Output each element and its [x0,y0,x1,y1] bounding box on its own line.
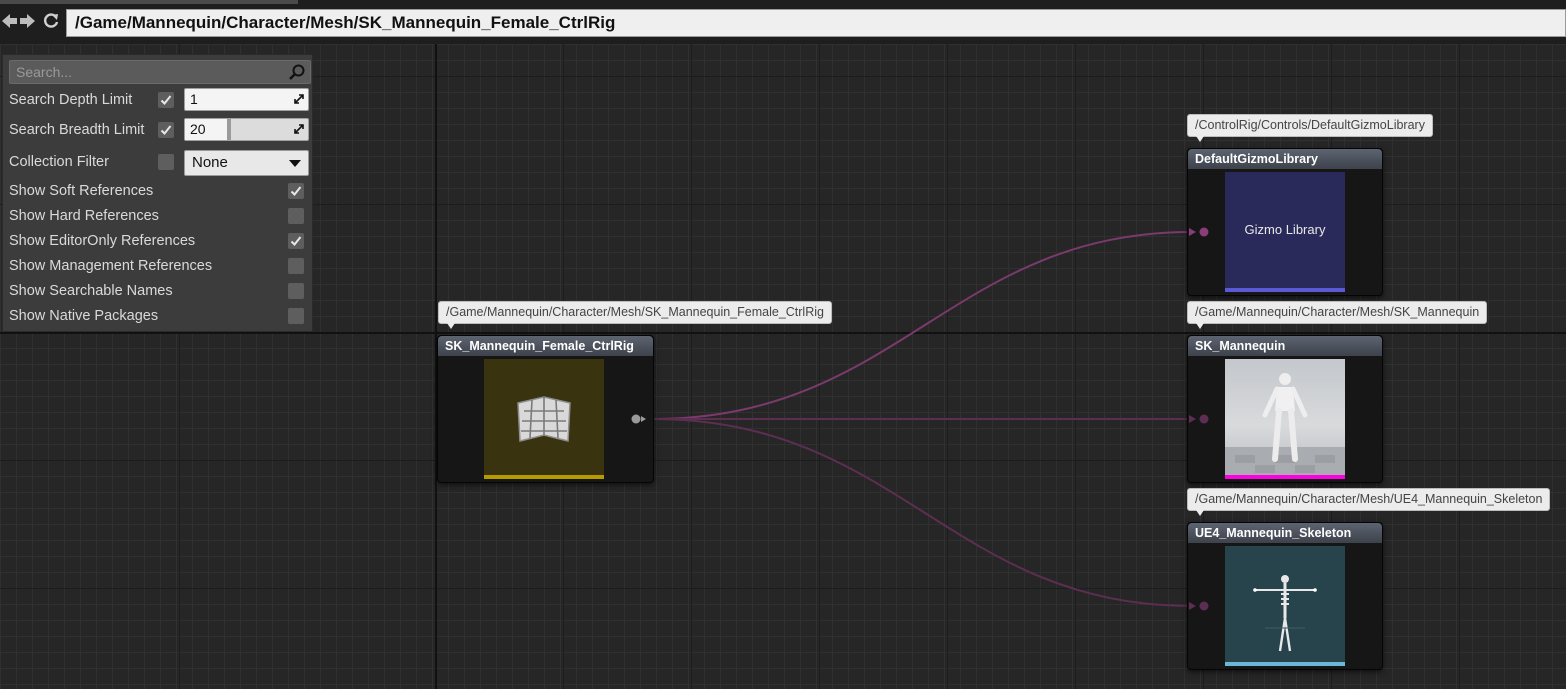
asset-type-bar [484,475,604,479]
node-path-tooltip-skeleton: /Game/Mannequin/Character/Mesh/UE4_Manne… [1187,488,1551,516]
option-label-management: Show Management References [9,258,213,274]
toolbar: /Game/Mannequin/Character/Mesh/SK_Manneq… [0,0,1566,45]
search-depth-spinbox[interactable]: 1 [184,88,309,111]
refresh-icon[interactable] [42,10,60,32]
resize-arrows-icon [294,124,304,134]
search-icon[interactable] [288,63,306,81]
asset-node-root[interactable]: SK_Mannequin_Female_CtrlRig [437,335,654,483]
back-arrow-icon[interactable] [0,10,18,32]
asset-node-sk-mannequin[interactable]: SK_Mannequin [1187,335,1383,483]
search-breadth-value: 20 [190,121,206,137]
node-title-mesh: SK_Mannequin [1188,336,1382,356]
search-breadth-checkbox[interactable] [158,122,174,138]
gizmo-library-thumbnail: Gizmo Library [1225,172,1345,292]
asset-node-gizmo-library[interactable]: DefaultGizmoLibrary Gizmo Library [1187,148,1383,296]
asset-type-bar [1225,662,1345,666]
control-rig-thumbnail [484,359,604,479]
tab-strip [0,0,298,4]
collection-filter-dropdown[interactable]: None [184,150,309,176]
asset-type-bar [1225,288,1345,292]
collection-filter-label: Collection Filter [9,154,109,170]
wire-to-gizmo-library [651,231,1193,420]
mannequin-thumbnail [1225,359,1345,479]
option-label-soft: Show Soft References [9,183,154,199]
search-depth-label: Search Depth Limit [9,92,133,108]
output-pin-icon[interactable] [631,414,647,424]
option-label-searchable-names: Show Searchable Names [9,283,173,299]
search-placeholder: Search... [16,64,73,80]
option-checkbox-soft[interactable] [288,183,304,199]
skeleton-thumbnail [1225,546,1345,666]
node-path-tooltip-mesh: /Game/Mannequin/Character/Mesh/SK_Manneq… [1187,301,1488,329]
search-breadth-spinbox[interactable]: 20 [184,118,309,141]
option-checkbox-hard[interactable] [288,208,304,224]
chevron-down-icon [289,160,301,167]
option-label-editoronly: Show EditorOnly References [9,233,196,249]
option-label-hard: Show Hard References [9,208,159,224]
search-depth-checkbox[interactable] [158,92,174,108]
option-label-native-packages: Show Native Packages [9,308,159,324]
skeleton-figure-icon [1253,575,1317,652]
search-breadth-label: Search Breadth Limit [9,122,145,138]
node-title-root: SK_Mannequin_Female_CtrlRig [438,336,653,356]
wire-to-skeleton [651,418,1193,607]
resize-arrows-icon [294,94,304,104]
node-title-skeleton: UE4_Mannequin_Skeleton [1188,523,1382,543]
asset-path-input[interactable]: /Game/Mannequin/Character/Mesh/SK_Manneq… [66,9,1566,37]
mannequin-figure-icon [1225,373,1345,479]
input-pin-icon[interactable] [1189,601,1211,611]
option-checkbox-editoronly[interactable] [288,233,304,249]
control-rig-map-icon [517,396,571,442]
search-input[interactable]: Search... [9,60,311,84]
collection-filter-checkbox[interactable] [158,154,174,170]
node-path-tooltip-gizmo: /ControlRig/Controls/DefaultGizmoLibrary [1187,114,1433,142]
input-pin-icon[interactable] [1189,227,1211,237]
reference-viewer-settings-panel: Search... Search Depth Limit 1 Search Br… [2,54,313,332]
option-checkbox-native-packages[interactable] [288,308,304,324]
forward-arrow-icon[interactable] [19,10,37,32]
input-pin-icon[interactable] [1189,414,1211,424]
option-checkbox-management[interactable] [288,258,304,274]
asset-type-bar [1225,475,1345,479]
node-path-tooltip-root: /Game/Mannequin/Character/Mesh/SK_Manneq… [438,301,832,329]
option-checkbox-searchable-names[interactable] [288,283,304,299]
gizmo-thumb-text: Gizmo Library [1244,222,1326,237]
node-title-gizmo: DefaultGizmoLibrary [1188,149,1382,169]
collection-filter-value: None [192,154,228,171]
asset-node-skeleton[interactable]: UE4_Mannequin_Skeleton [1187,522,1383,670]
search-depth-value: 1 [190,91,198,107]
